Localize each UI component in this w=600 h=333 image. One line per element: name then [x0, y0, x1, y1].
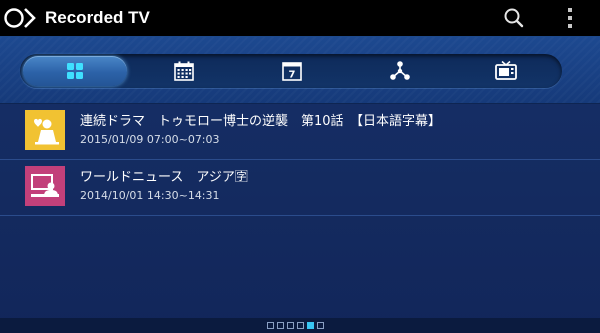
page-dot [317, 322, 324, 329]
page-dot [267, 322, 274, 329]
calendar-day-label: 7 [289, 70, 296, 81]
list-item[interactable]: 連続ドラマ トゥモロー博士の逆襲 第10話 【日本語字幕】 2015/01/09… [0, 104, 600, 160]
recording-time: 2015/01/09 07:00~07:03 [80, 133, 220, 146]
page-indicator-bar [0, 318, 600, 333]
tab-calendar-month[interactable] [132, 56, 236, 86]
calendar-day-7-icon: 7 [282, 62, 302, 81]
list-item[interactable]: ワールドニュース アジア🈑 2014/10/01 14:30~14:31 [0, 160, 600, 216]
view-tab-bar: 7 [20, 54, 562, 88]
tab-live-tv[interactable] [454, 56, 558, 86]
recording-list: 連続ドラマ トゥモロー博士の逆襲 第10話 【日本語字幕】 2015/01/09… [0, 104, 600, 216]
app-title: Recorded TV [45, 8, 150, 27]
overflow-menu-icon[interactable] [560, 4, 580, 32]
recording-title: ワールドニュース アジア🈑 [80, 170, 248, 185]
page-dot [307, 322, 314, 329]
calendar-icon [174, 61, 194, 81]
tv-app-logo-icon[interactable] [4, 6, 38, 30]
app-window: Recorded TV 7 連続ドラマ トゥモロー博士の逆襲 第10話 【日本語… [0, 0, 600, 333]
action-bar: Recorded TV [0, 0, 600, 37]
view-toolbar: 7 [0, 37, 600, 104]
drama-icon [25, 110, 65, 150]
grid-icon [67, 63, 83, 79]
page-dot [297, 322, 304, 329]
page-dot [287, 322, 294, 329]
page-indicator [267, 322, 324, 330]
tv-icon [495, 60, 517, 80]
recording-time: 2014/10/01 14:30~14:31 [80, 189, 220, 202]
search-icon[interactable] [500, 4, 528, 32]
tab-grid-view[interactable] [23, 56, 127, 86]
recording-title: 連続ドラマ トゥモロー博士の逆襲 第10話 【日本語字幕】 [80, 114, 442, 129]
tab-share[interactable] [348, 56, 452, 86]
news-icon [25, 166, 65, 206]
share-network-icon [390, 61, 410, 80]
page-dot [277, 322, 284, 329]
tab-calendar-week[interactable]: 7 [240, 56, 344, 86]
